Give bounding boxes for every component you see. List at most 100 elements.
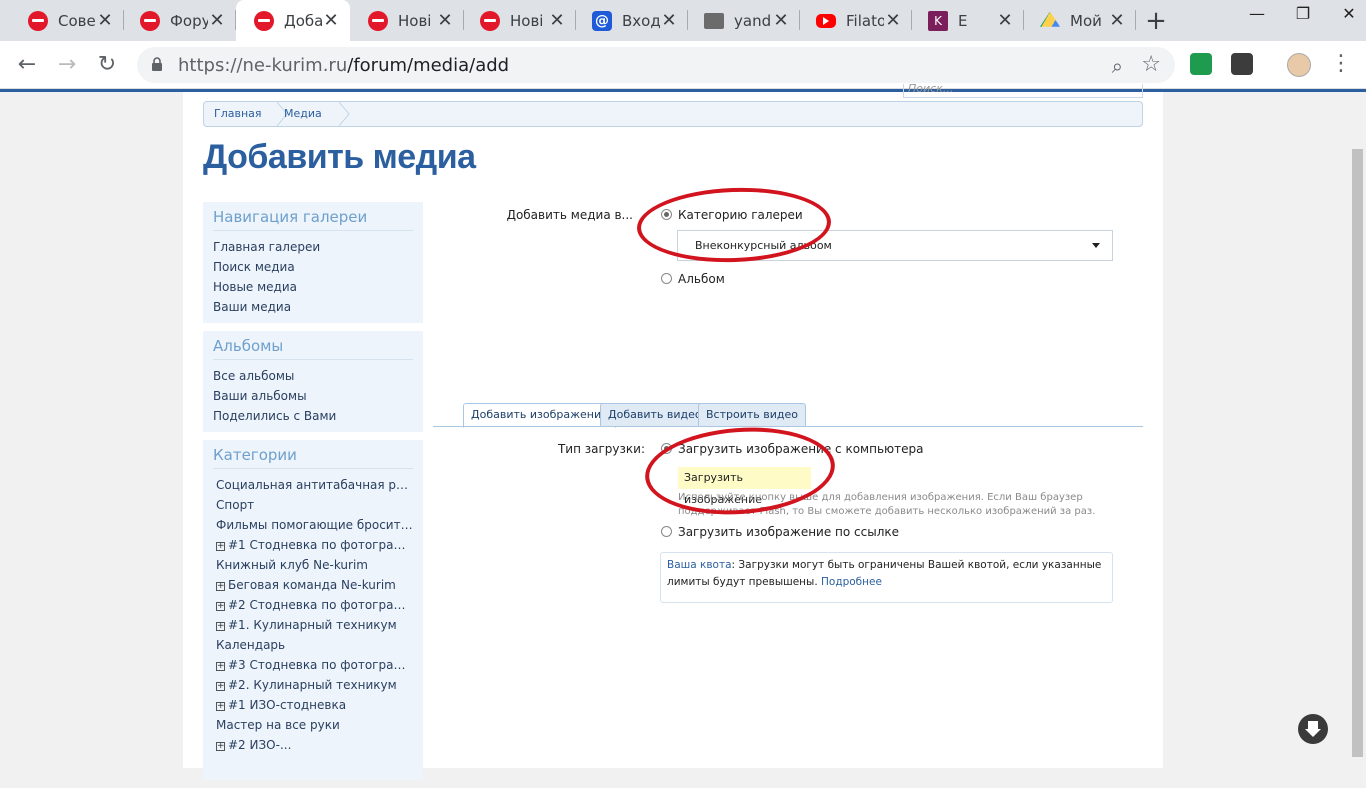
- browser-tab-title: Сове: [58, 11, 96, 30]
- expand-plus-icon[interactable]: +: [216, 682, 225, 691]
- expand-plus-icon[interactable]: +: [216, 582, 225, 591]
- browser-tab[interactable]: Мой ✕: [1022, 0, 1136, 41]
- sidebar-nav-link[interactable]: Новые медиа: [213, 277, 413, 297]
- sidebar-category-link[interactable]: + Беговая команда Ne-kurim: [213, 575, 413, 595]
- sidebar-category-link[interactable]: Социальная антитабачная рек...: [213, 475, 413, 495]
- sidebar-category-link[interactable]: + #1 Стодневка по фотографии: [213, 535, 413, 555]
- menu-dots-icon[interactable]: ⋮: [1330, 51, 1352, 76]
- expand-plus-icon[interactable]: +: [216, 602, 225, 611]
- sidebar-category-link[interactable]: + #1. Кулинарный техникум: [213, 615, 413, 635]
- sidebar-category-link[interactable]: Календарь: [213, 635, 413, 655]
- breadcrumb-media[interactable]: Медиа: [274, 102, 322, 126]
- tab-embed-video[interactable]: Встроить видео: [698, 403, 806, 427]
- minimize-button[interactable]: —: [1234, 0, 1280, 30]
- quota-text: : Загрузки могут быть ограничены Вашей к…: [667, 559, 1102, 588]
- sidebar-category-label: Спорт: [216, 498, 255, 512]
- close-tab-icon[interactable]: ✕: [322, 10, 340, 31]
- forward-icon[interactable]: →: [53, 51, 81, 79]
- close-tab-icon[interactable]: ✕: [660, 10, 678, 31]
- browser-tab[interactable]: K E ✕: [910, 0, 1024, 41]
- close-tab-icon[interactable]: ✕: [996, 10, 1014, 31]
- reload-icon[interactable]: ↻: [93, 51, 121, 79]
- image-icon: [704, 12, 724, 29]
- close-tab-icon[interactable]: ✕: [436, 10, 454, 31]
- bookmark-star-icon[interactable]: ☆: [1141, 52, 1161, 77]
- search-input[interactable]: Поиск...: [903, 83, 1143, 98]
- quota-link[interactable]: Ваша квота: [667, 559, 732, 571]
- k-icon: K: [928, 10, 948, 31]
- stop-icon: [140, 10, 160, 31]
- sidebar-category-label: #2. Кулинарный техникум: [228, 678, 397, 692]
- sidebar-category-link[interactable]: + #3 Стодневка по фотографии: [213, 655, 413, 675]
- sidebar-nav-link[interactable]: Ваши медиа: [213, 297, 413, 317]
- radio-album[interactable]: [661, 273, 672, 284]
- youtube-icon: [816, 13, 836, 28]
- browser-tab[interactable]: @ Вход ✕: [574, 0, 688, 41]
- close-tab-icon[interactable]: ✕: [208, 10, 226, 31]
- browser-tab[interactable]: Сове ✕: [10, 0, 124, 41]
- sidebar-category-link[interactable]: Фильмы помогающие бросить ...: [213, 515, 413, 535]
- sidebar-category-link[interactable]: Мастер на все руки: [213, 715, 413, 735]
- browser-tab[interactable]: Доба ✕: [236, 0, 350, 41]
- address-bar[interactable]: https://ne-kurim.ru/forum/media/add ⌕ ☆: [137, 47, 1175, 83]
- browser-tab[interactable]: Фору ✕: [122, 0, 236, 41]
- page-title: Добавить медиа: [203, 138, 476, 176]
- browser-tab-title: Фору: [170, 11, 208, 30]
- close-window-button[interactable]: ✕: [1326, 0, 1366, 30]
- browser-tab[interactable]: Нові ✕: [462, 0, 576, 41]
- maximize-button[interactable]: ❐: [1280, 0, 1326, 30]
- radio-upload-from-url[interactable]: [661, 526, 672, 537]
- sidebar-nav-link[interactable]: Поиск медиа: [213, 257, 413, 277]
- sidebar-category-label: #1 Стодневка по фотографии: [228, 538, 413, 552]
- browser-tab[interactable]: Нові ✕: [350, 0, 464, 41]
- sidebar-nav-link[interactable]: Главная галереи: [213, 237, 413, 257]
- albums-title: Альбомы: [213, 337, 413, 360]
- sidebar-category-link[interactable]: + #1 ИЗО-стодневка: [213, 695, 413, 715]
- extension-green-lock-icon[interactable]: [1190, 53, 1212, 75]
- sidebar-album-link[interactable]: Поделились с Вами: [213, 406, 413, 426]
- expand-plus-icon[interactable]: +: [216, 622, 225, 631]
- radio-album-label[interactable]: Альбом: [678, 272, 725, 286]
- page-content: Поиск... Главная Медиа Добавить медиа На…: [183, 83, 1163, 780]
- close-tab-icon[interactable]: ✕: [884, 10, 902, 31]
- back-icon[interactable]: ←: [13, 51, 41, 79]
- profile-avatar[interactable]: [1287, 53, 1311, 77]
- browser-tab-title: Нові: [398, 11, 432, 30]
- new-tab-button[interactable]: +: [1143, 6, 1169, 36]
- sidebar-category-label: #2 ИЗО-...: [228, 738, 292, 752]
- expand-plus-icon[interactable]: +: [216, 702, 225, 711]
- sidebar-category-link[interactable]: + #2. Кулинарный техникум: [213, 675, 413, 695]
- stop-icon: [254, 10, 274, 31]
- download-arrow-icon[interactable]: [1298, 714, 1328, 744]
- browser-tab[interactable]: Filato ✕: [798, 0, 912, 41]
- sidebar-album-link[interactable]: Все альбомы: [213, 366, 413, 386]
- extension-check-icon[interactable]: [1231, 53, 1253, 75]
- sidebar-category-link[interactable]: + #2 ИЗО-...: [213, 735, 413, 755]
- close-tab-icon[interactable]: ✕: [548, 10, 566, 31]
- browser-tab[interactable]: yand ✕: [686, 0, 800, 41]
- sidebar-category-link[interactable]: Книжный клуб Ne-kurim: [213, 555, 413, 575]
- expand-plus-icon[interactable]: +: [216, 742, 225, 751]
- sidebar-category-link[interactable]: + #2 Стодневка по фотографии: [213, 595, 413, 615]
- tab-add-image[interactable]: Добавить изображение: [463, 403, 616, 428]
- quota-more-link[interactable]: Подробнее: [821, 576, 882, 588]
- sidebar-category-link[interactable]: Спорт: [213, 495, 413, 515]
- sidebar-category-label: #1. Кулинарный техникум: [228, 618, 397, 632]
- expand-plus-icon[interactable]: +: [216, 662, 225, 671]
- sidebar-category-label: Беговая команда Ne-kurim: [228, 578, 396, 592]
- expand-plus-icon[interactable]: +: [216, 542, 225, 551]
- sidebar-album-link[interactable]: Ваши альбомы: [213, 386, 413, 406]
- close-tab-icon[interactable]: ✕: [96, 10, 114, 31]
- tab-add-video[interactable]: Добавить видео: [600, 403, 710, 427]
- zoom-icon[interactable]: ⌕: [1112, 54, 1123, 78]
- close-tab-icon[interactable]: ✕: [1108, 10, 1126, 31]
- radio-upload-from-url-label[interactable]: Загрузить изображение по ссылке: [678, 525, 899, 539]
- sidebar-category-label: Книжный клуб Ne-kurim: [216, 558, 368, 572]
- sidebar-category-label: #3 Стодневка по фотографии: [228, 658, 413, 672]
- close-tab-icon[interactable]: ✕: [772, 10, 790, 31]
- breadcrumb-home[interactable]: Главная: [204, 102, 262, 126]
- chevron-down-icon: [1092, 243, 1100, 248]
- scrollbar-thumb[interactable]: [1352, 149, 1363, 757]
- browser-tab-title: E: [958, 11, 968, 30]
- page-scrollbar[interactable]: [1349, 92, 1366, 768]
